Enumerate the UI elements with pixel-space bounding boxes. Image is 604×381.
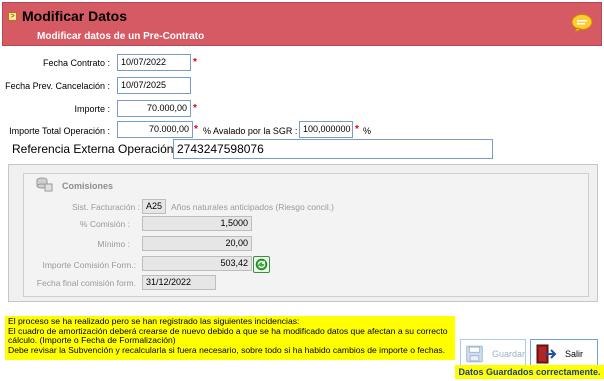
- importe-field[interactable]: 70.000,00: [117, 100, 191, 117]
- fecha-final-comision-label: Fecha final comisión form.: [36, 278, 136, 288]
- sist-facturacion-code: A25: [142, 199, 166, 214]
- importe-label: Importe :: [74, 104, 110, 114]
- importe-total-field[interactable]: 70.000,00: [117, 121, 193, 138]
- importe-total-label: Importe Total Operación :: [9, 126, 110, 136]
- warning-line: Debe revisar la Subvención y recalcularl…: [8, 344, 446, 355]
- save-button-label: Guardar: [491, 349, 525, 359]
- fecha-prev-cancelacion-label: Fecha Prev. Cancelación :: [5, 81, 110, 91]
- comision-percent-field: 1,5000: [142, 216, 252, 231]
- comision-percent-label: % Comisión :: [79, 219, 130, 229]
- exit-door-icon: [536, 344, 557, 364]
- fecha-prev-cancelacion-field[interactable]: 10/07/2025: [117, 77, 191, 94]
- percent-sign: %: [363, 126, 372, 136]
- required-mark: *: [194, 124, 198, 135]
- page-title: Modificar Datos: [22, 8, 128, 24]
- sist-facturacion-description: Años naturales anticipados (Riesgo conci…: [171, 202, 335, 212]
- required-mark: *: [355, 124, 359, 135]
- exit-button-label: Salir: [565, 349, 584, 359]
- coins-icon: [36, 177, 53, 192]
- importe-comision-field: 503,42: [142, 256, 252, 271]
- fecha-contrato-field[interactable]: 10/07/2022: [117, 54, 191, 71]
- speech-bubble-icon[interactable]: [571, 13, 593, 33]
- refresh-icon[interactable]: [253, 256, 270, 273]
- comisiones-title: Comisiones: [62, 181, 114, 191]
- minimo-label: Mínimo :: [97, 239, 130, 249]
- header-bar: > Modificar Datos Modificar datos de un …: [2, 2, 602, 46]
- floppy-disk-icon: [466, 345, 483, 363]
- referencia-externa-field[interactable]: 2743247598076: [173, 139, 493, 159]
- sist-facturacion-label: Sist. Facturación :: [71, 202, 140, 212]
- avalado-label: % Avalado por la SGR :: [203, 126, 298, 136]
- minimo-field: 20,00: [142, 236, 252, 251]
- status-message: Datos Guardados correctamente.: [455, 365, 604, 379]
- warning-message: El proceso se ha realizado pero se han r…: [5, 316, 455, 360]
- page-subtitle: Modificar datos de un Pre-Contrato: [37, 31, 205, 42]
- required-mark: *: [193, 103, 197, 114]
- fecha-final-comision-field: 31/12/2022: [142, 275, 216, 290]
- referencia-externa-label: Referencia Externa Operación :: [12, 142, 181, 156]
- fecha-contrato-label: Fecha Contrato :: [42, 58, 110, 68]
- importe-comision-label: Importe Comisión Form.:: [42, 260, 136, 270]
- required-mark: *: [193, 57, 197, 68]
- avalado-field[interactable]: 100,000000: [299, 121, 353, 138]
- collapse-icon[interactable]: >: [8, 12, 17, 21]
